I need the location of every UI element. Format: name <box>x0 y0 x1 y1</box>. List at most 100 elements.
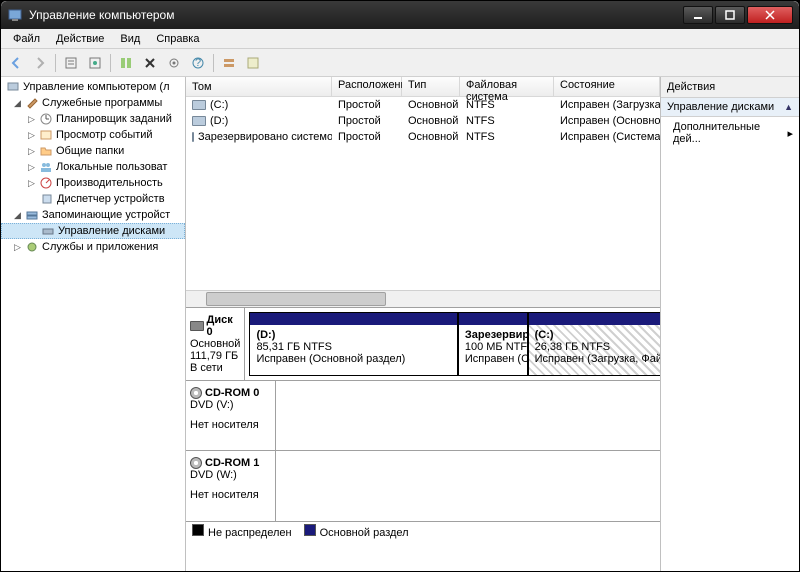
disk-type: DVD (V:) <box>190 399 271 411</box>
tool-view-icon[interactable] <box>115 52 137 74</box>
partition-c[interactable]: (C:)26,38 ГБ NTFSИсправен (Загрузка, Фай… <box>528 312 660 376</box>
tree-item-perf[interactable]: ▷ Производительность <box>1 175 185 191</box>
tree-root-label: Управление компьютером (л <box>23 81 170 93</box>
storage-icon <box>24 207 40 223</box>
expand-icon[interactable]: ▷ <box>27 130 36 141</box>
partition-d[interactable]: (D:)85,31 ГБ NTFSИсправен (Основной разд… <box>249 312 457 376</box>
part-size: 85,31 ГБ NTFS <box>256 341 450 353</box>
cell: NTFS <box>460 99 554 111</box>
disk-status: Нет носителя <box>190 489 271 501</box>
actions-pane: Действия Управление дисками ▲ Дополнител… <box>661 77 799 571</box>
users-icon <box>38 159 54 175</box>
tree-label: Службы и приложения <box>42 241 158 253</box>
volume-row[interactable]: (C:) Простой Основной NTFS Исправен (Заг… <box>186 97 660 113</box>
cell: NTFS <box>460 115 554 127</box>
cell: Простой <box>332 131 402 143</box>
toolbar: ? <box>1 49 799 77</box>
tree-group-services[interactable]: ▷ Службы и приложения <box>1 239 185 255</box>
tree-item-events[interactable]: ▷ Просмотр событий <box>1 127 185 143</box>
expand-icon[interactable]: ▷ <box>27 178 36 189</box>
tree-label: Просмотр событий <box>56 129 153 141</box>
actions-more[interactable]: Дополнительные дей... ▸ <box>661 117 799 149</box>
actions-section[interactable]: Управление дисками ▲ <box>661 98 799 117</box>
disk-row[interactable]: CD-ROM 1 DVD (W:) Нет носителя <box>186 451 660 521</box>
partition-reserved[interactable]: Зарезервир100 МБ NTFSИсправен (С <box>458 312 528 376</box>
col-header-type[interactable]: Тип <box>402 77 460 96</box>
disk-graphic-pane[interactable]: Диск 0 Основной 111,79 ГБ В сети (D:)85,… <box>186 307 660 571</box>
expand-icon[interactable]: ▷ <box>27 146 36 157</box>
minimize-button[interactable] <box>683 6 713 24</box>
part-name: Зарезервир <box>465 329 521 341</box>
tool-refresh-icon[interactable] <box>84 52 106 74</box>
tool-properties-icon[interactable] <box>60 52 82 74</box>
tree-label: Диспетчер устройств <box>57 193 165 205</box>
expand-icon[interactable]: ▷ <box>13 242 22 253</box>
col-header-status[interactable]: Состояние <box>554 77 660 96</box>
menu-file[interactable]: Файл <box>5 31 48 47</box>
collapse-icon[interactable]: ◢ <box>13 98 22 109</box>
clock-icon <box>38 111 54 127</box>
volume-list[interactable]: Том Расположение Тип Файловая система Со… <box>186 77 660 307</box>
tree-item-scheduler[interactable]: ▷Планировщик заданий <box>1 111 185 127</box>
part-status: Исправен (Основной раздел) <box>256 353 450 365</box>
partition-bar <box>250 313 456 325</box>
events-icon <box>38 127 54 143</box>
collapse-icon[interactable]: ▲ <box>784 102 793 112</box>
tree-label: Производительность <box>56 177 163 189</box>
titlebar[interactable]: Управление компьютером <box>1 1 799 29</box>
legend-label: Не распределен <box>208 527 292 539</box>
disk-info[interactable]: Диск 0 Основной 111,79 ГБ В сети <box>186 308 245 380</box>
cell: Зарезервировано системой <box>198 131 332 143</box>
maximize-button[interactable] <box>715 6 745 24</box>
actions-header: Действия <box>661 77 799 98</box>
disk-info[interactable]: CD-ROM 1 DVD (W:) Нет носителя <box>186 451 276 521</box>
tool-delete-icon[interactable] <box>139 52 161 74</box>
disk-row[interactable]: Диск 0 Основной 111,79 ГБ В сети (D:)85,… <box>186 308 660 381</box>
tool-help-icon[interactable]: ? <box>187 52 209 74</box>
app-icon <box>7 7 23 23</box>
col-header-volume[interactable]: Том <box>186 77 332 96</box>
volume-row[interactable]: Зарезервировано системой Простой Основно… <box>186 129 660 145</box>
expand-icon[interactable]: ▷ <box>27 114 36 125</box>
chevron-right-icon: ▸ <box>787 127 793 140</box>
tool-extra2-icon[interactable] <box>242 52 264 74</box>
disk-status: В сети <box>190 362 240 374</box>
menu-view[interactable]: Вид <box>112 31 148 47</box>
forward-button[interactable] <box>29 52 51 74</box>
disk-info[interactable]: CD-ROM 0 DVD (V:) Нет носителя <box>186 381 276 450</box>
expand-icon[interactable]: ▷ <box>27 162 36 173</box>
close-button[interactable] <box>747 6 793 24</box>
tree-group-tools[interactable]: ◢Служебные программы <box>1 95 185 111</box>
tree-item-disk-mgmt[interactable]: Управление дисками <box>1 223 185 239</box>
partition-bar <box>459 313 527 325</box>
tool-extra1-icon[interactable] <box>218 52 240 74</box>
cell: Исправен (Загрузка, Фай <box>554 99 660 111</box>
tool-settings-icon[interactable] <box>163 52 185 74</box>
scrollbar-thumb[interactable] <box>206 292 386 306</box>
menu-action[interactable]: Действие <box>48 31 112 47</box>
tools-icon <box>24 95 40 111</box>
menubar: Файл Действие Вид Справка <box>1 29 799 49</box>
volume-icon <box>192 132 194 142</box>
col-header-fs[interactable]: Файловая система <box>460 77 554 96</box>
h-scrollbar[interactable] <box>186 290 660 307</box>
menu-help[interactable]: Справка <box>148 31 207 47</box>
tree-root[interactable]: Управление компьютером (л <box>1 79 185 95</box>
col-header-layout[interactable]: Расположение <box>332 77 402 96</box>
volume-row[interactable]: (D:) Простой Основной NTFS Исправен (Осн… <box>186 113 660 129</box>
disk-status: Нет носителя <box>190 419 271 431</box>
actions-more-label: Дополнительные дей... <box>673 121 787 145</box>
tree-group-storage[interactable]: ◢Запоминающие устройст <box>1 207 185 223</box>
legend-swatch-unalloc <box>192 524 204 536</box>
cd-icon <box>190 387 202 399</box>
tree-pane[interactable]: Управление компьютером (л ◢Служебные про… <box>1 77 186 571</box>
tree-item-devices[interactable]: Диспетчер устройств <box>1 191 185 207</box>
part-name: (D:) <box>256 329 450 341</box>
collapse-icon[interactable]: ◢ <box>13 210 22 221</box>
cell: Основной <box>402 115 460 127</box>
disk-row[interactable]: CD-ROM 0 DVD (V:) Нет носителя <box>186 381 660 451</box>
tree-item-users[interactable]: ▷Локальные пользоват <box>1 159 185 175</box>
cd-icon <box>190 457 202 469</box>
back-button[interactable] <box>5 52 27 74</box>
tree-item-shared[interactable]: ▷Общие папки <box>1 143 185 159</box>
